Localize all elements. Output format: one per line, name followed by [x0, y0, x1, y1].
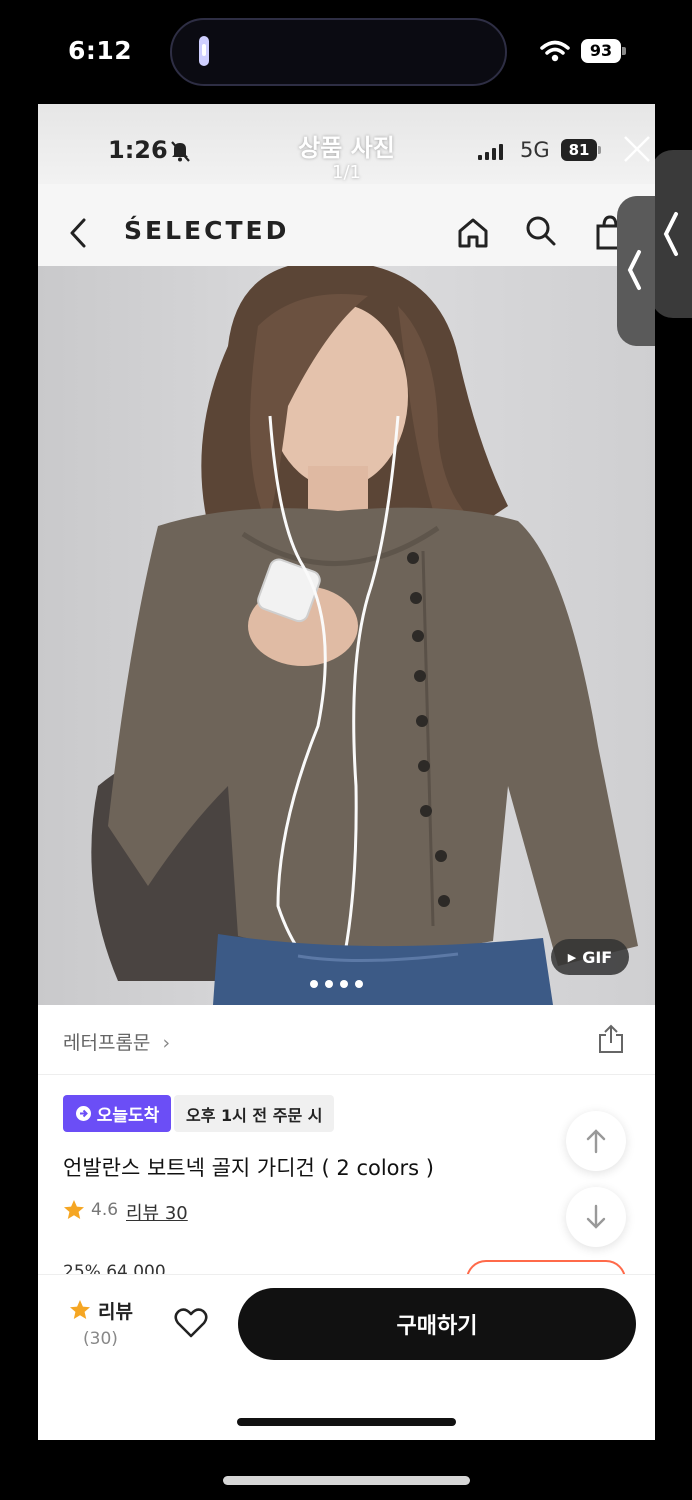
carousel-dot[interactable] [310, 980, 318, 988]
battery-indicator: 93 [581, 39, 627, 63]
battery-level: 93 [581, 39, 621, 63]
home-indicator [223, 1476, 470, 1485]
outer-status-time: 6:12 [68, 36, 133, 65]
today-badge-label: 오늘도착 [96, 1106, 160, 1126]
flashlight-icon [199, 36, 209, 66]
play-icon: ▶ [567, 950, 577, 964]
back-arrow-icon[interactable] [66, 216, 90, 250]
carousel-dot[interactable] [355, 980, 363, 988]
viewer-title: 상품 사진 [298, 134, 395, 162]
viewer-side-handle[interactable] [617, 196, 655, 346]
carousel-dot[interactable] [325, 980, 333, 988]
dynamic-island [170, 18, 507, 86]
scroll-down-button[interactable] [566, 1187, 626, 1247]
carousel-dot[interactable] [340, 980, 348, 988]
review-label[interactable]: 리뷰 [98, 1297, 133, 1324]
chevron-right-icon: › [162, 1032, 171, 1054]
model-wearing-cardigan-image [38, 266, 655, 1005]
brand-logo[interactable]: ŚELECTED [124, 216, 289, 245]
screenshot-home-indicator [237, 1418, 456, 1426]
seller-link[interactable]: 레터프롬문 › [63, 1028, 170, 1055]
side-drawer-handle[interactable] [651, 150, 692, 318]
product-name: 언발란스 보트넥 골지 가디건 ( 2 colors ) [63, 1156, 434, 1180]
rating-value: 4.6 [91, 1200, 119, 1220]
order-cutoff-note: 오후 1시 전 주문 시 [174, 1095, 335, 1132]
star-icon [70, 1300, 90, 1319]
arrow-up-icon [586, 1129, 606, 1154]
review-link[interactable]: 리뷰 30 [126, 1199, 188, 1225]
review-count: (30) [83, 1329, 118, 1349]
heart-icon[interactable] [174, 1307, 208, 1339]
gif-badge[interactable]: ▶ GIF [551, 939, 629, 975]
home-icon[interactable] [456, 216, 490, 250]
viewer-page-counter: 1/1 [332, 162, 361, 183]
chevron-left-icon [663, 212, 678, 256]
photo-viewer: 1:26 5G 81 상품 사진 1/1 ŚELECTED ▶ GIF 레터프롬… [38, 104, 655, 1440]
search-icon[interactable] [524, 214, 558, 248]
chevron-left-icon [627, 250, 641, 290]
scroll-up-button[interactable] [566, 1111, 626, 1171]
price-partial: 25% 64,000 [63, 1262, 166, 1274]
buy-button[interactable]: 구매하기 [238, 1288, 636, 1360]
star-icon [64, 1200, 84, 1219]
gif-label: GIF [582, 947, 613, 967]
close-icon[interactable] [622, 134, 652, 164]
product-photo[interactable] [38, 266, 655, 1005]
delivery-arrow-icon [75, 1106, 91, 1121]
wifi-icon [540, 40, 570, 62]
seller-name: 레터프롬문 [63, 1032, 151, 1054]
today-delivery-badge: 오늘도착 [63, 1095, 171, 1132]
share-icon[interactable] [596, 1024, 626, 1054]
arrow-down-icon [586, 1204, 606, 1229]
